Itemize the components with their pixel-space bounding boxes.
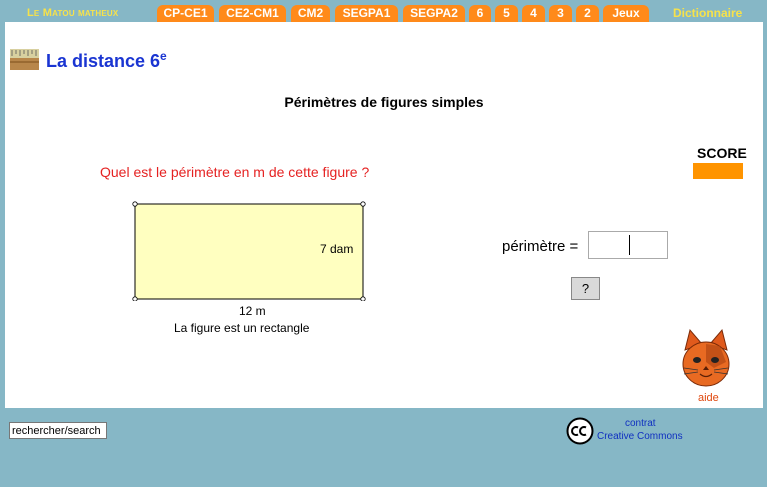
tab-cm2[interactable]: CM2 bbox=[291, 5, 330, 22]
tab-cp-ce1[interactable]: CP-CE1 bbox=[157, 5, 214, 22]
title-superscript: e bbox=[160, 49, 167, 63]
score-label: SCORE bbox=[697, 145, 747, 161]
answer-label: périmètre = bbox=[502, 238, 579, 255]
cat-icon[interactable] bbox=[680, 328, 732, 393]
tab-6[interactable]: 6 bbox=[469, 5, 491, 22]
hint-button[interactable]: ? bbox=[571, 277, 600, 300]
tab-2[interactable]: 2 bbox=[576, 5, 599, 22]
cc-icon[interactable] bbox=[566, 417, 594, 445]
license-link-contrat[interactable]: contrat bbox=[625, 418, 656, 429]
height-label: 7 dam bbox=[320, 242, 354, 256]
tab-segpa1[interactable]: SEGPA1 bbox=[335, 5, 398, 22]
tab-jeux[interactable]: Jeux bbox=[603, 5, 649, 22]
question-text: Quel est le périmètre en m de cette figu… bbox=[100, 164, 370, 180]
exercise-panel: La distance 6e Périmètres de figures sim… bbox=[5, 22, 763, 408]
tab-4[interactable]: 4 bbox=[522, 5, 545, 22]
tab-5[interactable]: 5 bbox=[495, 5, 518, 22]
tab-3[interactable]: 3 bbox=[549, 5, 572, 22]
width-label: 12 m bbox=[239, 304, 266, 318]
exercise-subtitle: Périmètres de figures simples bbox=[284, 94, 484, 110]
brand-link[interactable]: Le Matou matheux bbox=[27, 7, 118, 19]
top-navigation-bar: Le Matou matheux CP-CE1 CE2-CM1 CM2 SEGP… bbox=[0, 0, 767, 22]
figure-caption: La figure est un rectangle bbox=[174, 321, 310, 335]
ruler-icon bbox=[10, 49, 39, 70]
search-input[interactable] bbox=[9, 422, 107, 439]
help-label[interactable]: aide bbox=[698, 392, 719, 404]
license-link-creative-commons[interactable]: Creative Commons bbox=[597, 431, 683, 442]
perimeter-input[interactable] bbox=[588, 231, 668, 259]
tab-ce2-cm1[interactable]: CE2-CM1 bbox=[219, 5, 286, 22]
dictionary-link[interactable]: Dictionnaire bbox=[673, 6, 742, 20]
tab-segpa2[interactable]: SEGPA2 bbox=[403, 5, 465, 22]
score-bar bbox=[693, 163, 743, 179]
page-title: La distance 6e bbox=[46, 49, 167, 71]
input-cursor bbox=[629, 235, 630, 255]
